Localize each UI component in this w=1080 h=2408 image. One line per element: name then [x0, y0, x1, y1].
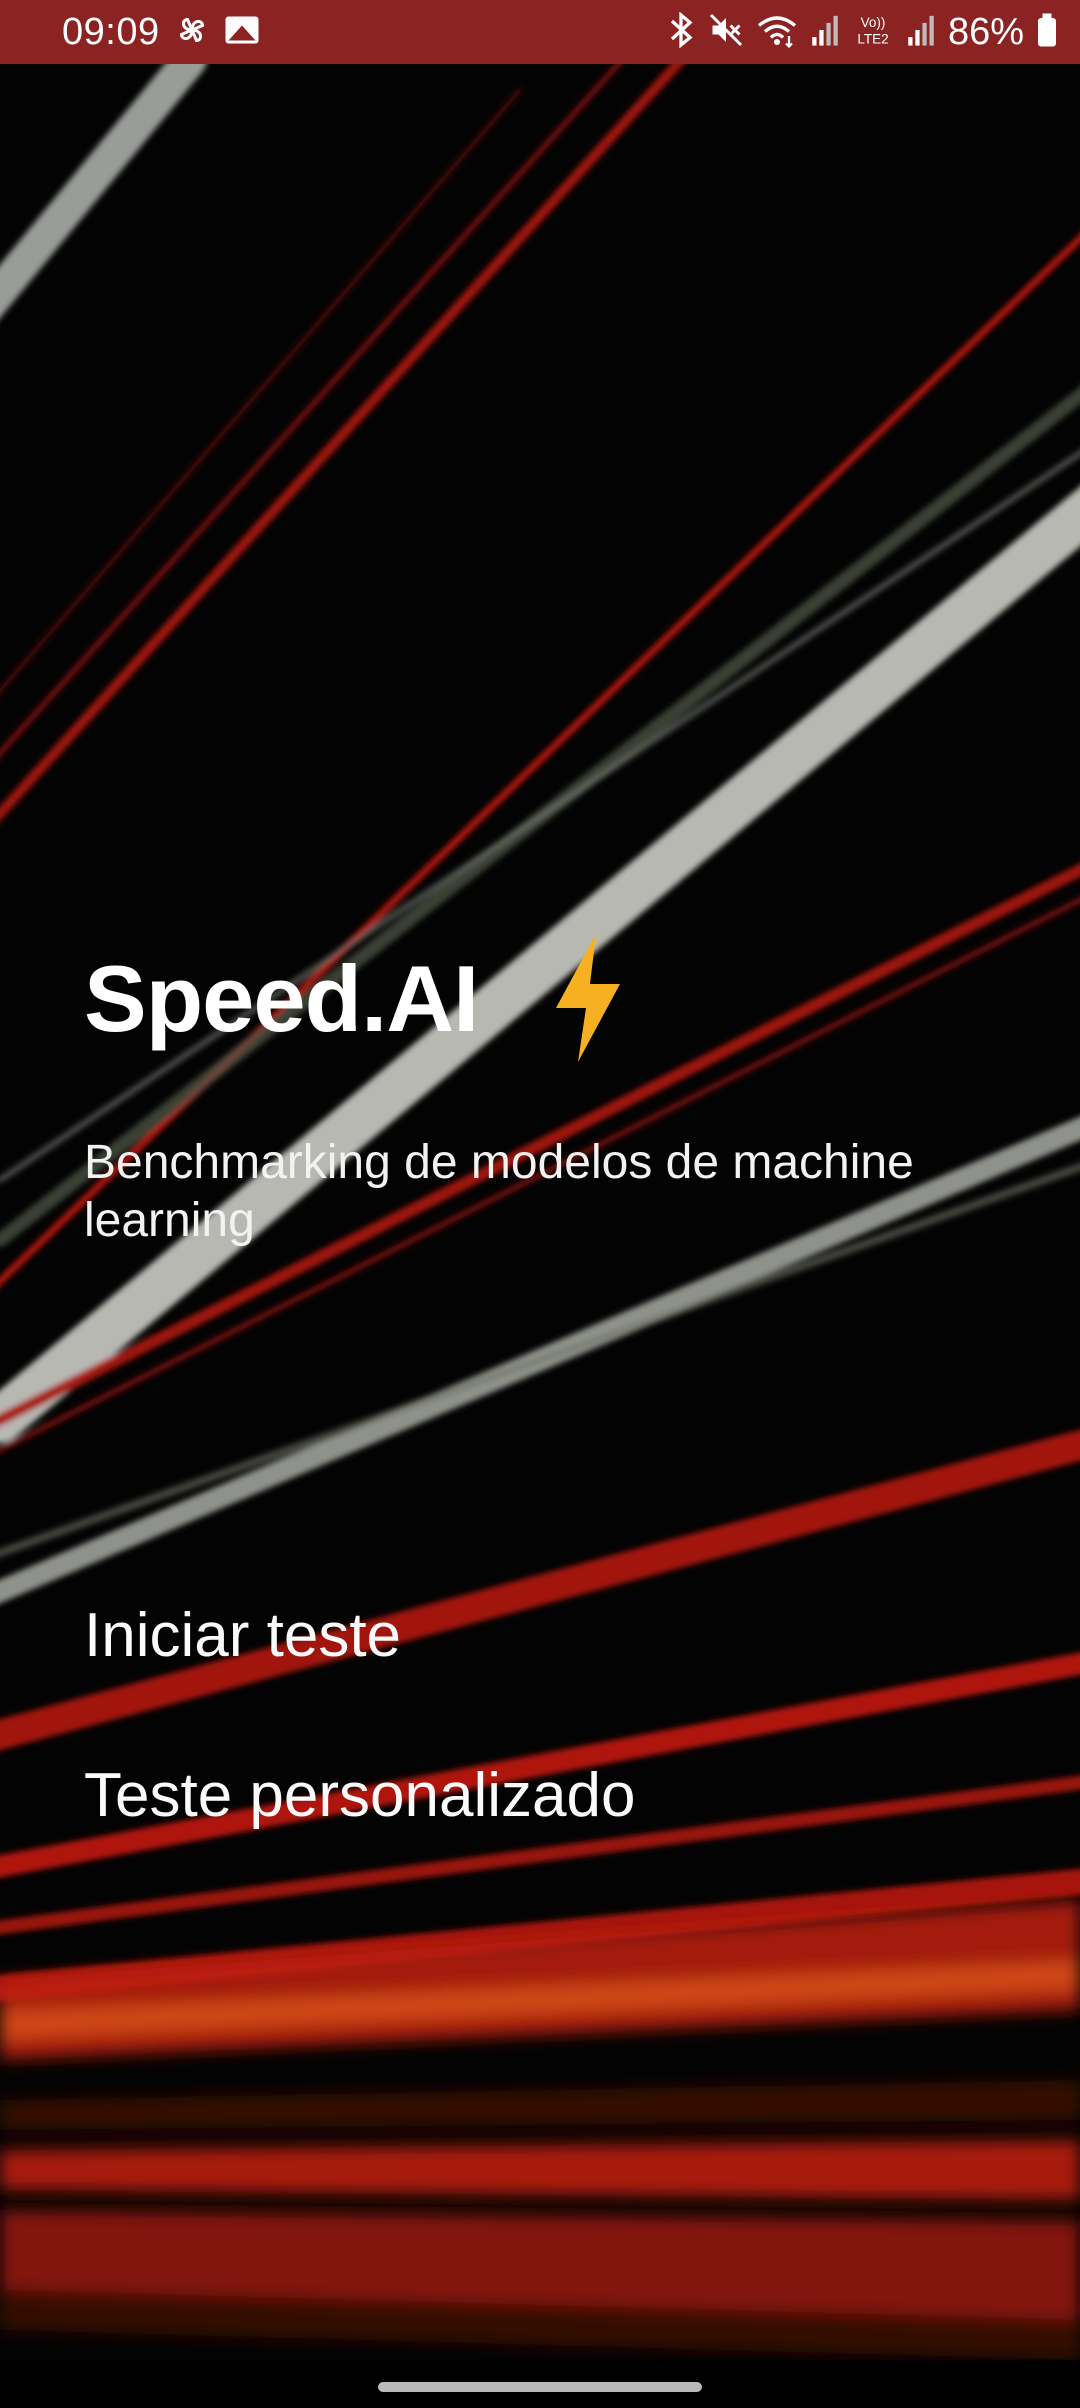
lightning-bolt-icon: [552, 934, 624, 1067]
app-brand: Speed.AI: [84, 930, 624, 1067]
status-left: 09:09: [62, 11, 260, 54]
mute-icon: [708, 12, 744, 53]
gallery-icon: [224, 15, 260, 50]
signal-icon: [810, 13, 840, 52]
battery-icon: [1036, 12, 1058, 53]
app-title: Speed.AI: [84, 945, 479, 1051]
wifi-icon: [756, 12, 798, 53]
volte-lte2-icon: Vo)) LTE2: [852, 12, 894, 53]
status-time: 09:09: [62, 10, 160, 53]
volte-label: Vo)): [861, 15, 886, 30]
network-label: LTE2: [857, 31, 888, 46]
custom-test-button[interactable]: Teste personalizado: [84, 1754, 635, 1837]
gesture-nav-handle[interactable]: [378, 2382, 702, 2392]
status-right: Vo)) LTE2 86%: [666, 11, 1058, 54]
app-subtitle: Benchmarking de modelos de machine learn…: [84, 1136, 914, 1247]
battery-percentage: 86%: [947, 10, 1024, 53]
bluetooth-icon: [666, 10, 696, 53]
status-bar: 09:09 Vo)) LTE2 86%: [0, 0, 1080, 64]
start-test-button[interactable]: Iniciar teste: [84, 1594, 401, 1677]
signal-icon: [906, 13, 936, 52]
pinwheel-icon: [174, 12, 210, 53]
